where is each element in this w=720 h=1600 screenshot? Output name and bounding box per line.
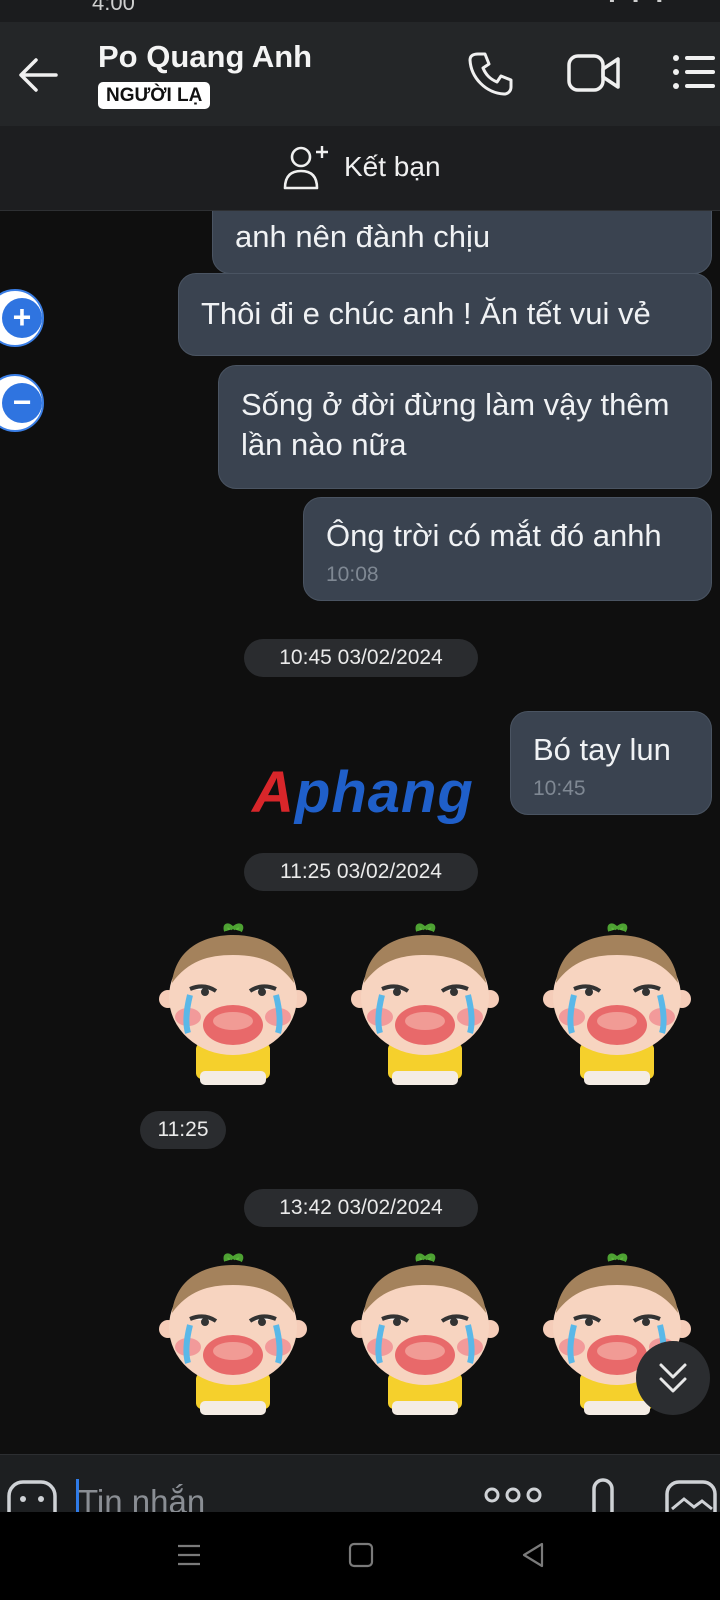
double-chevron-down-icon [659, 1363, 687, 1393]
status-icons: ▪▪▪ [608, 0, 680, 9]
add-friend-label: Kết bạn [344, 151, 441, 182]
plus-icon: + [2, 298, 42, 338]
sticker-crying-baby[interactable] [350, 1251, 500, 1421]
message-time: 10:45 [533, 777, 586, 800]
home-icon[interactable] [348, 1542, 374, 1568]
scroll-to-bottom-button[interactable] [636, 1341, 710, 1415]
message-time: 10:08 [326, 563, 379, 586]
message-bubble[interactable]: anh nên đành chịu [212, 211, 712, 274]
message-bubble[interactable]: Ông trời có mắt đó anhh 10:08 [303, 497, 712, 601]
sticker-crying-baby[interactable] [542, 921, 692, 1091]
date-separator: 13:42 03/02/2024 [244, 1189, 478, 1227]
image-gallery-icon[interactable] [664, 1479, 718, 1513]
sticker-time: 11:25 [140, 1111, 226, 1149]
message-text: anh nên đành chịu [235, 219, 491, 254]
add-friend-button[interactable]: Kết bạn [282, 144, 441, 190]
sticker-crying-baby[interactable] [158, 1251, 308, 1421]
message-bubble[interactable]: Sống ở đời đừng làm vậy thêm lần nào nữa [218, 365, 712, 489]
status-time: 4:00 [92, 0, 135, 15]
add-friend-bar: Kết bạn [0, 126, 720, 211]
message-text: Bó tay lun [533, 732, 671, 767]
message-bubble[interactable]: Bó tay lun 10:45 [510, 711, 712, 815]
back-nav-icon[interactable] [520, 1542, 546, 1568]
message-text-line1: Sống ở đời đừng làm vậy thêm [241, 387, 670, 422]
message-bubble[interactable]: Thôi đi e chúc anh ! Ăn tết vui vẻ [178, 273, 712, 356]
zoom-out-button[interactable]: − [0, 374, 44, 432]
video-call-icon[interactable] [566, 50, 622, 96]
menu-icon[interactable] [672, 50, 716, 94]
contact-name[interactable]: Po Quang Anh [98, 39, 312, 75]
date-separator: 10:45 03/02/2024 [244, 639, 478, 677]
zoom-in-button[interactable]: + [0, 289, 44, 347]
chat-header: Po Quang Anh NGƯỜI LẠ [0, 22, 720, 126]
date-separator: 11:25 03/02/2024 [244, 853, 478, 891]
microphone-icon[interactable] [588, 1477, 618, 1513]
watermark-rest: phang [294, 760, 474, 825]
recent-apps-icon[interactable] [176, 1542, 202, 1568]
sticker-crying-baby[interactable] [350, 921, 500, 1091]
message-text-line2: lần nào nữa [241, 427, 407, 462]
stranger-badge: NGƯỜI LẠ [98, 82, 211, 109]
message-input-bar [0, 1454, 720, 1513]
back-arrow-icon[interactable] [18, 58, 58, 92]
minus-icon: − [2, 383, 42, 423]
phone-icon[interactable] [466, 50, 514, 98]
emoji-icon[interactable] [6, 1479, 58, 1513]
more-options-icon[interactable] [484, 1483, 542, 1507]
message-text: Thôi đi e chúc anh ! Ăn tết vui vẻ [201, 296, 651, 331]
message-text: Ông trời có mắt đó anhh [326, 518, 662, 553]
watermark-logo: Aphang [252, 759, 474, 826]
message-input[interactable] [78, 1477, 378, 1513]
sticker-crying-baby[interactable] [158, 921, 308, 1091]
chat-area[interactable]: anh nên đành chịu + − Thôi đi e chúc anh… [0, 211, 720, 1454]
system-navigation-bar [0, 1512, 720, 1600]
watermark-initial: A [252, 760, 295, 825]
add-person-icon [283, 146, 328, 190]
status-bar: 4:00 ▪▪▪ [0, 0, 720, 22]
